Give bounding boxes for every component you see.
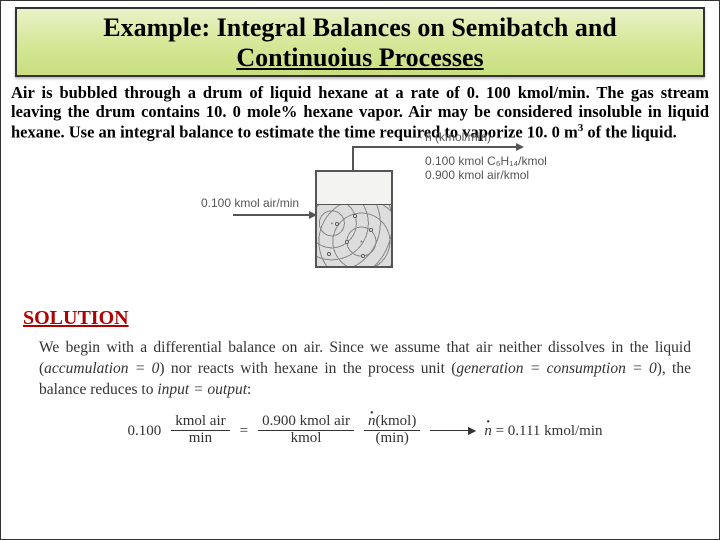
ndot-var: n xyxy=(368,414,376,430)
f1-den: kmol xyxy=(287,431,326,447)
problem-statement: Air is bubbled through a drum of liquid … xyxy=(1,77,719,146)
solution-body: We begin with a differential balance on … xyxy=(1,338,719,447)
lhs-frac: kmol air min xyxy=(171,414,229,447)
riser-pipe xyxy=(352,146,354,170)
rhs-frac1: 0.900 kmol air kmol xyxy=(258,414,354,447)
f2-num-unit: (kmol) xyxy=(376,413,417,429)
f2-num: n(kmol) xyxy=(364,414,420,431)
bubble-icon xyxy=(369,228,373,232)
outlet-ndot-label: ṅ (kmol/min) xyxy=(425,130,491,144)
equals-sign: = xyxy=(240,421,248,441)
lhs-coef: 0.100 xyxy=(127,421,161,441)
solution-header: SOLUTION xyxy=(1,301,719,338)
bubble-icon xyxy=(361,254,365,258)
result-val: = 0.111 kmol/min xyxy=(492,423,603,439)
bubble-icon xyxy=(327,252,331,256)
implies-arrow-icon xyxy=(430,430,474,431)
f2-den: (min) xyxy=(372,431,413,447)
balance-equation: 0.100 kmol air min = 0.900 kmol air kmol… xyxy=(39,414,691,447)
result-var: n xyxy=(484,421,492,441)
lead-b: ) nor reacts with hexane in the process … xyxy=(159,360,456,377)
bubble-icon xyxy=(335,222,339,226)
inlet-label: 0.100 kmol air/min xyxy=(201,196,299,210)
lead-d: : xyxy=(247,381,251,398)
problem-text-b: of the liquid. xyxy=(583,122,677,141)
solution-lead: We begin with a differential balance on … xyxy=(39,338,691,401)
page-title: Example: Integral Balances on Semibatch … xyxy=(25,13,695,73)
bubble-icon xyxy=(353,214,357,218)
title-line2: Continuoius Processes xyxy=(236,43,483,72)
lead-acc: accumulation = 0 xyxy=(44,360,159,377)
process-diagram: 0.100 kmol air/min ṅ (kmol/min) 0.100 km… xyxy=(145,152,575,297)
liquid-level xyxy=(317,204,391,266)
bubble-icon xyxy=(345,240,349,244)
lhs-num: kmol air xyxy=(171,414,229,431)
result: n = 0.111 kmol/min xyxy=(484,421,602,441)
title-box: Example: Integral Balances on Semibatch … xyxy=(15,7,705,77)
rhs-frac2: n(kmol) (min) xyxy=(364,414,420,447)
inlet-pipe xyxy=(233,214,315,216)
lhs-den: min xyxy=(185,431,216,447)
title-line1: Example: Integral Balances on Semibatch … xyxy=(103,13,617,42)
drum xyxy=(315,170,393,268)
f1-num: 0.900 kmol air xyxy=(258,414,354,431)
lead-io: input = output xyxy=(157,381,247,398)
diagram-container: 0.100 kmol air/min ṅ (kmol/min) 0.100 km… xyxy=(1,146,719,301)
outlet-pipe xyxy=(352,146,522,148)
lead-gen: generation = consumption = 0 xyxy=(456,360,656,377)
outlet-comp1-label: 0.100 kmol C₆H₁₄/kmol xyxy=(425,154,547,168)
outlet-comp2-label: 0.900 kmol air/kmol xyxy=(425,168,529,182)
